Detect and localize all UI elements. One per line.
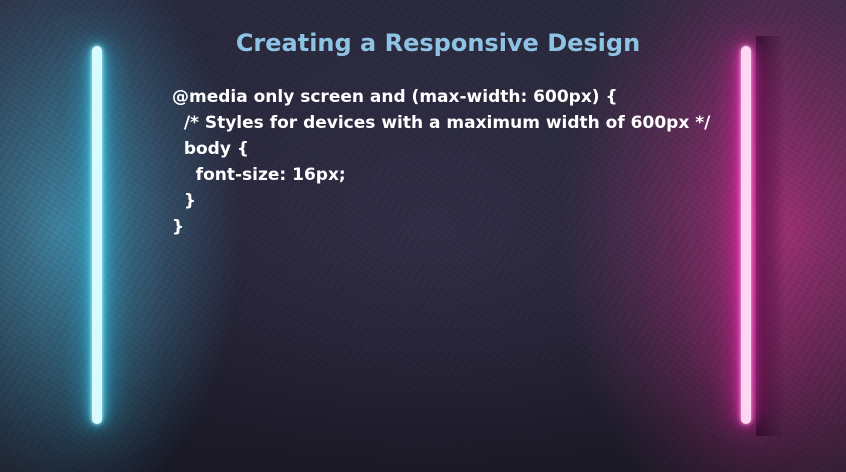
- right-light-fixture: [756, 36, 784, 436]
- code-line: }: [172, 217, 185, 237]
- code-line: font-size: 16px;: [172, 165, 346, 185]
- code-line: @media only screen and (max-width: 600px…: [172, 87, 618, 107]
- code-block: @media only screen and (max-width: 600px…: [172, 84, 710, 240]
- pink-neon-tube: [741, 46, 751, 424]
- slide-title: Creating a Responsive Design: [235, 29, 641, 57]
- code-line: /* Styles for devices with a maximum wid…: [172, 113, 711, 133]
- code-line: }: [172, 191, 196, 211]
- code-line: body {: [172, 139, 249, 159]
- cyan-neon-tube: [92, 46, 102, 424]
